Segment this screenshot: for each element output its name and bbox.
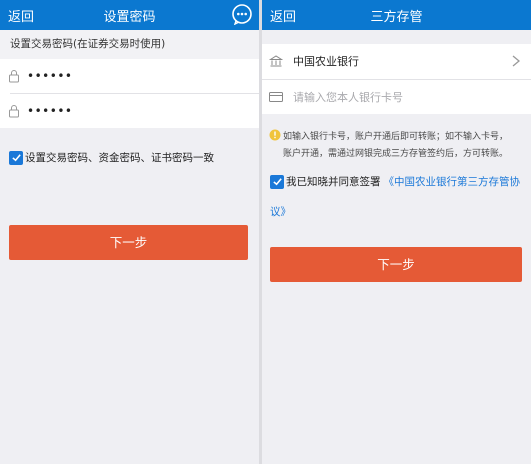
card-number-placeholder: 请输入您本人银行卡号 <box>293 91 403 104</box>
page-title: 设置密码 <box>103 10 156 25</box>
checkmark-icon <box>11 154 21 162</box>
info-text-line-1: 如输入银行卡号，账户开通后即可转账；如不输入卡号， <box>283 132 509 142</box>
chevron-right-icon <box>512 55 521 67</box>
checkbox-label: 设置交易密码、资金密码、证书密码一致 <box>25 152 214 164</box>
bank-form: 中国农业银行 请输入您本人银行卡号 <box>262 44 531 114</box>
set-password-screen: 返回 设置密码 设置交易密码(在证券交易时使用) •••••• •••••• 设… <box>0 0 259 464</box>
card-number-input[interactable]: 请输入您本人银行卡号 <box>262 80 531 114</box>
page-title: 三方存管 <box>370 10 423 25</box>
same-password-checkbox-row[interactable]: 设置交易密码、资金密码、证书密码一致 <box>9 150 214 165</box>
info-icon <box>269 129 281 141</box>
chat-bubble-icon[interactable] <box>231 3 253 25</box>
password-input-1[interactable]: •••••• <box>0 59 259 93</box>
top-bar: 返回 设置密码 <box>0 0 259 30</box>
agreement-prefix: 我已知晓并同意签署 <box>286 176 381 188</box>
bank-name: 中国农业银行 <box>293 55 359 68</box>
lock-icon <box>9 70 19 83</box>
password-form: •••••• •••••• <box>0 59 259 128</box>
agreement-link[interactable]: 《中国农业银行第三方存管协 <box>384 176 521 188</box>
next-button[interactable]: 下一步 <box>9 225 248 260</box>
checkbox-checked[interactable] <box>270 174 284 189</box>
agreement-link-continued[interactable]: 议》 <box>270 204 291 219</box>
checkbox-checked[interactable] <box>9 150 23 165</box>
password-value-1: •••••• <box>27 69 73 83</box>
agreement-label: 我已知晓并同意签署 《中国农业银行第三方存管协 <box>286 174 520 189</box>
third-party-depository-screen: 返回 三方存管 中国农业银行 请输入您本人银行卡号 如输入银行卡号，账户开通后即… <box>262 0 531 464</box>
password-input-2[interactable]: •••••• <box>0 94 259 128</box>
top-bar: 返回 三方存管 <box>262 0 531 30</box>
lock-icon <box>9 105 19 118</box>
card-icon <box>269 92 283 102</box>
agreement-checkbox-row[interactable]: 我已知晓并同意签署 《中国农业银行第三方存管协 <box>270 174 520 189</box>
info-text-line-2: 账户开通，需通过网银完成三方存管签约后，方可转账。 <box>283 149 509 159</box>
password-value-2: •••••• <box>27 104 73 118</box>
checkmark-icon <box>272 178 282 186</box>
bank-icon <box>269 55 283 67</box>
bank-select[interactable]: 中国农业银行 <box>262 44 531 78</box>
next-button[interactable]: 下一步 <box>270 247 522 282</box>
section-label: 设置交易密码(在证券交易时使用) <box>0 30 259 59</box>
